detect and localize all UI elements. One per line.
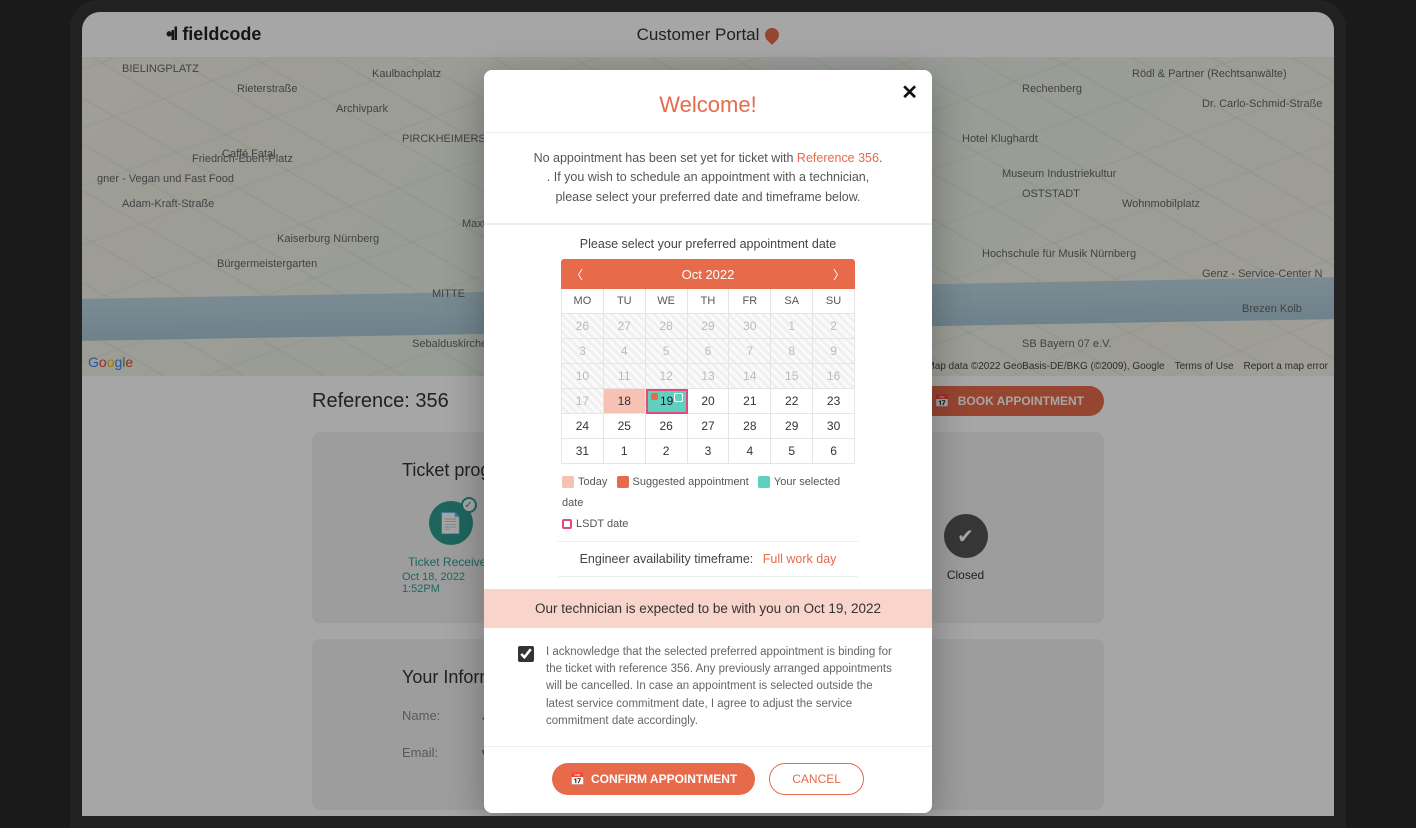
calendar-day: 1 xyxy=(771,314,813,339)
legend-today-swatch xyxy=(562,476,574,488)
calendar-day: 7 xyxy=(729,339,771,364)
confirm-appointment-button[interactable]: 📅 CONFIRM APPOINTMENT xyxy=(552,763,755,795)
calendar-day[interactable]: 18 xyxy=(604,389,646,414)
calendar-day: 28 xyxy=(646,314,688,339)
calendar-day: 5 xyxy=(646,339,688,364)
calendar-day: 9 xyxy=(813,339,855,364)
calendar-day: 30 xyxy=(729,314,771,339)
cancel-button[interactable]: CANCEL xyxy=(769,763,864,795)
calendar-day[interactable]: 27 xyxy=(688,414,730,439)
calendar-day[interactable]: 30 xyxy=(813,414,855,439)
availability-row: Engineer availability timeframe: Full wo… xyxy=(558,541,858,577)
calendar-day: 3 xyxy=(562,339,604,364)
calendar-icon: 📅 xyxy=(570,772,585,786)
availability-label: Engineer availability timeframe: xyxy=(580,552,754,566)
calendar-day: 27 xyxy=(604,314,646,339)
calendar-day: 15 xyxy=(771,364,813,389)
modal-title: Welcome! xyxy=(484,70,932,133)
select-date-label: Please select your preferred appointment… xyxy=(484,225,932,259)
calendar: 〈 Oct 2022 〉 MOTUWETHFRSASU2627282930123… xyxy=(561,259,855,464)
calendar-weekday: MO xyxy=(562,289,604,314)
calendar-weekday: SA xyxy=(771,289,813,314)
calendar-day: 17 xyxy=(562,389,604,414)
calendar-day: 4 xyxy=(604,339,646,364)
calendar-day: 26 xyxy=(562,314,604,339)
calendar-weekday: TH xyxy=(688,289,730,314)
acknowledge-checkbox[interactable] xyxy=(518,646,534,662)
prev-month-icon[interactable]: 〈 xyxy=(571,266,583,283)
calendar-grid: MOTUWETHFRSASU26272829301234567891011121… xyxy=(561,289,855,464)
calendar-weekday: FR xyxy=(729,289,771,314)
calendar-day[interactable]: 19 xyxy=(646,389,688,414)
acknowledge-text: I acknowledge that the selected preferre… xyxy=(546,644,898,730)
legend-lsdt-swatch xyxy=(562,519,572,529)
calendar-weekday: TU xyxy=(604,289,646,314)
legend-selected-swatch xyxy=(758,476,770,488)
calendar-weekday: SU xyxy=(813,289,855,314)
calendar-day[interactable]: 1 xyxy=(604,439,646,464)
calendar-day: 8 xyxy=(771,339,813,364)
device-frame: •ıl fieldcode Customer Portal Friedrich-… xyxy=(70,0,1346,828)
modal-intro: No appointment has been set yet for tick… xyxy=(484,133,932,225)
screen: •ıl fieldcode Customer Portal Friedrich-… xyxy=(82,12,1334,816)
calendar-day[interactable]: 29 xyxy=(771,414,813,439)
appointment-modal: ✕ Welcome! No appointment has been set y… xyxy=(484,70,932,813)
calendar-month: Oct 2022 xyxy=(682,267,735,282)
calendar-day[interactable]: 3 xyxy=(688,439,730,464)
calendar-day[interactable]: 25 xyxy=(604,414,646,439)
calendar-header: 〈 Oct 2022 〉 xyxy=(561,259,855,289)
calendar-day: 14 xyxy=(729,364,771,389)
calendar-day: 13 xyxy=(688,364,730,389)
close-icon[interactable]: ✕ xyxy=(901,80,918,105)
confirm-label: CONFIRM APPOINTMENT xyxy=(591,772,737,786)
acknowledgement-row: I acknowledge that the selected preferre… xyxy=(484,628,932,747)
calendar-day[interactable]: 20 xyxy=(688,389,730,414)
calendar-day[interactable]: 2 xyxy=(646,439,688,464)
availability-value[interactable]: Full work day xyxy=(763,552,837,566)
calendar-day: 10 xyxy=(562,364,604,389)
calendar-weekday: WE xyxy=(646,289,688,314)
calendar-day: 11 xyxy=(604,364,646,389)
calendar-day[interactable]: 28 xyxy=(729,414,771,439)
calendar-day[interactable]: 24 xyxy=(562,414,604,439)
calendar-legend: Today Suggested appointment Your selecte… xyxy=(562,472,862,535)
calendar-day[interactable]: 23 xyxy=(813,389,855,414)
calendar-day[interactable]: 22 xyxy=(771,389,813,414)
calendar-day[interactable]: 21 xyxy=(729,389,771,414)
calendar-day[interactable]: 5 xyxy=(771,439,813,464)
reference-link[interactable]: Reference 356 xyxy=(797,151,879,165)
calendar-day: 16 xyxy=(813,364,855,389)
calendar-day[interactable]: 31 xyxy=(562,439,604,464)
calendar-day: 12 xyxy=(646,364,688,389)
calendar-day: 29 xyxy=(688,314,730,339)
expected-date-bar: Our technician is expected to be with yo… xyxy=(484,589,932,628)
calendar-day[interactable]: 26 xyxy=(646,414,688,439)
calendar-day: 2 xyxy=(813,314,855,339)
legend-suggested-swatch xyxy=(617,476,629,488)
calendar-day[interactable]: 4 xyxy=(729,439,771,464)
calendar-day: 6 xyxy=(688,339,730,364)
next-month-icon[interactable]: 〉 xyxy=(833,266,845,283)
calendar-day[interactable]: 6 xyxy=(813,439,855,464)
